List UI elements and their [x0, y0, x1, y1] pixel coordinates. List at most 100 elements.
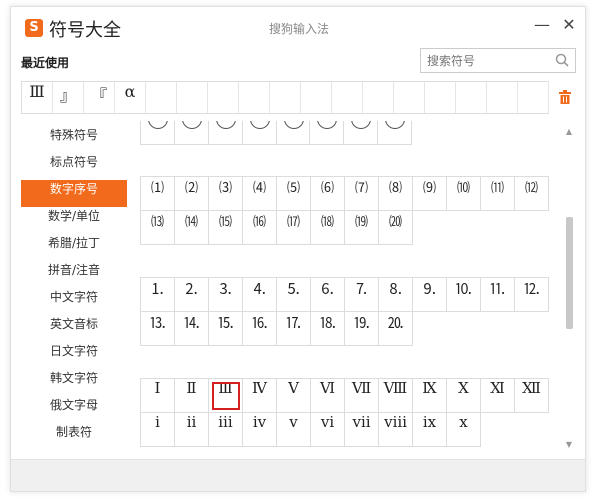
recent-symbol-cell[interactable] [301, 82, 332, 113]
recent-symbol-cell[interactable] [146, 82, 177, 113]
sidebar-item[interactable]: 数学/单位 [21, 207, 127, 234]
symbol-cell[interactable]: Ⅱ [175, 379, 209, 413]
symbol-cell[interactable]: ⑻ [379, 177, 413, 211]
recent-symbol-cell[interactable] [177, 82, 208, 113]
symbol-cell[interactable]: ⒇ [379, 211, 413, 245]
symbol-cell[interactable]: ⒒ [481, 278, 515, 312]
symbol-cell[interactable]: Ⅴ [277, 379, 311, 413]
symbol-cell[interactable]: Ⅲ [209, 379, 243, 413]
symbol-cell[interactable]: ⅳ [243, 413, 277, 447]
symbol-cell[interactable]: ⒐ [413, 278, 447, 312]
symbol-cell[interactable]: ⒔ [141, 312, 175, 346]
symbol-cell[interactable] [277, 121, 311, 144]
symbol-cell[interactable]: ⒌ [277, 278, 311, 312]
symbol-cell[interactable]: ⒓ [515, 278, 549, 312]
recent-symbol-cell[interactable]: 』 [53, 82, 84, 113]
sidebar-item[interactable]: 制表符 [21, 423, 127, 450]
symbol-cell[interactable]: ⑴ [141, 177, 175, 211]
symbol-cell[interactable]: ⑹ [311, 177, 345, 211]
symbol-cell[interactable]: ⅷ [379, 413, 413, 447]
symbol-cell[interactable]: ⑷ [243, 177, 277, 211]
sidebar-item[interactable]: 数字序号 [21, 180, 127, 207]
symbol-cell[interactable]: ⒖ [209, 312, 243, 346]
recent-symbol-cell[interactable] [208, 82, 239, 113]
symbol-cell[interactable]: ⒊ [209, 278, 243, 312]
title-bar[interactable]: S 符号大全 搜狗输入法 — ✕ [11, 7, 585, 47]
symbol-cell[interactable]: ⒘ [277, 312, 311, 346]
recent-symbol-cell[interactable] [425, 82, 456, 113]
symbol-cell[interactable]: Ⅻ [515, 379, 549, 413]
symbol-cell[interactable] [310, 121, 345, 144]
symbol-cell[interactable]: ⒂ [209, 211, 243, 245]
symbol-cell[interactable]: Ⅺ [481, 379, 515, 413]
recent-symbol-cell[interactable] [332, 82, 363, 113]
recent-symbol-cell[interactable]: α [115, 82, 146, 113]
symbol-cell[interactable]: Ⅵ [311, 379, 345, 413]
trash-icon[interactable] [558, 89, 572, 105]
recent-symbol-cell[interactable] [518, 82, 549, 113]
symbol-cell[interactable]: ⑸ [277, 177, 311, 211]
sidebar-item[interactable]: 希腊/拉丁 [21, 234, 127, 261]
symbol-cell[interactable]: Ⅳ [243, 379, 277, 413]
symbol-cell[interactable]: ⑶ [209, 177, 243, 211]
symbol-cell[interactable] [243, 121, 277, 144]
symbol-cell[interactable]: ⒀ [141, 211, 175, 245]
symbol-cell[interactable]: ⅶ [345, 413, 379, 447]
symbol-cell[interactable] [175, 121, 209, 144]
symbol-cell[interactable] [209, 121, 243, 144]
symbol-cell[interactable]: ⑵ [175, 177, 209, 211]
sidebar-item[interactable]: 标点符号 [21, 153, 127, 180]
symbol-cell[interactable]: ⒆ [345, 211, 379, 245]
symbol-cell[interactable]: ⒅ [311, 211, 345, 245]
symbol-cell[interactable]: Ⅸ [413, 379, 447, 413]
search-box[interactable] [420, 48, 576, 73]
symbol-cell[interactable]: ⑽ [447, 177, 481, 211]
symbol-cell[interactable]: ⑾ [481, 177, 515, 211]
symbol-cell[interactable]: Ⅰ [141, 379, 175, 413]
symbol-cell[interactable]: ⒈ [141, 278, 175, 312]
symbol-cell[interactable]: Ⅹ [447, 379, 481, 413]
recent-symbol-cell[interactable] [487, 82, 518, 113]
sidebar-item[interactable]: 拼音/注音 [21, 261, 127, 288]
symbol-cell[interactable]: ⒗ [243, 312, 277, 346]
recent-symbol-cell[interactable] [456, 82, 487, 113]
sidebar-item[interactable]: 英文音标 [21, 315, 127, 342]
symbol-cell[interactable]: ⒍ [311, 278, 345, 312]
scrollbar-thumb[interactable] [566, 217, 573, 329]
recent-symbol-cell[interactable] [363, 82, 394, 113]
symbol-cell[interactable]: ⑺ [345, 177, 379, 211]
symbol-cell[interactable]: ⅰ [141, 413, 175, 447]
recent-symbol-cell[interactable]: 『 [84, 82, 115, 113]
sidebar-item[interactable]: 中文字符 [21, 288, 127, 315]
symbol-cell[interactable]: Ⅶ [345, 379, 379, 413]
minimize-button[interactable]: — [531, 15, 553, 37]
symbol-cell[interactable]: ⅹ [447, 413, 481, 447]
scroll-down-arrow[interactable]: ▼ [564, 441, 574, 449]
symbol-cell[interactable]: ⅸ [413, 413, 447, 447]
symbol-cell[interactable]: ⅵ [311, 413, 345, 447]
recent-symbol-cell[interactable]: Ⅲ [22, 82, 53, 113]
symbol-cell[interactable]: ⒑ [447, 278, 481, 312]
recent-symbol-cell[interactable] [239, 82, 270, 113]
symbol-cell[interactable]: ⒋ [243, 278, 277, 312]
symbol-cell[interactable]: ⑿ [515, 177, 549, 211]
sidebar-item[interactable]: 日文字符 [21, 342, 127, 369]
symbol-cell[interactable]: ⒉ [175, 278, 209, 312]
close-button[interactable]: ✕ [558, 15, 580, 37]
symbol-cell[interactable]: ⒏ [379, 278, 413, 312]
symbol-cell[interactable] [344, 121, 379, 144]
search-input[interactable] [421, 49, 546, 72]
symbol-cell[interactable]: ⑼ [413, 177, 447, 211]
recent-symbol-cell[interactable] [270, 82, 301, 113]
symbol-cell[interactable]: ⒚ [345, 312, 379, 346]
symbol-cell[interactable]: ⒁ [175, 211, 209, 245]
symbol-cell[interactable]: Ⅷ [379, 379, 413, 413]
symbol-cell[interactable]: ⅲ [209, 413, 243, 447]
symbol-cell[interactable]: ⒎ [345, 278, 379, 312]
symbol-cell[interactable] [378, 121, 412, 144]
symbol-cell[interactable]: ⒙ [311, 312, 345, 346]
symbol-cell[interactable]: ⒄ [277, 211, 311, 245]
sidebar-item[interactable]: 特殊符号 [21, 126, 127, 153]
symbol-cell[interactable]: ⅴ [277, 413, 311, 447]
search-icon[interactable] [555, 53, 569, 67]
